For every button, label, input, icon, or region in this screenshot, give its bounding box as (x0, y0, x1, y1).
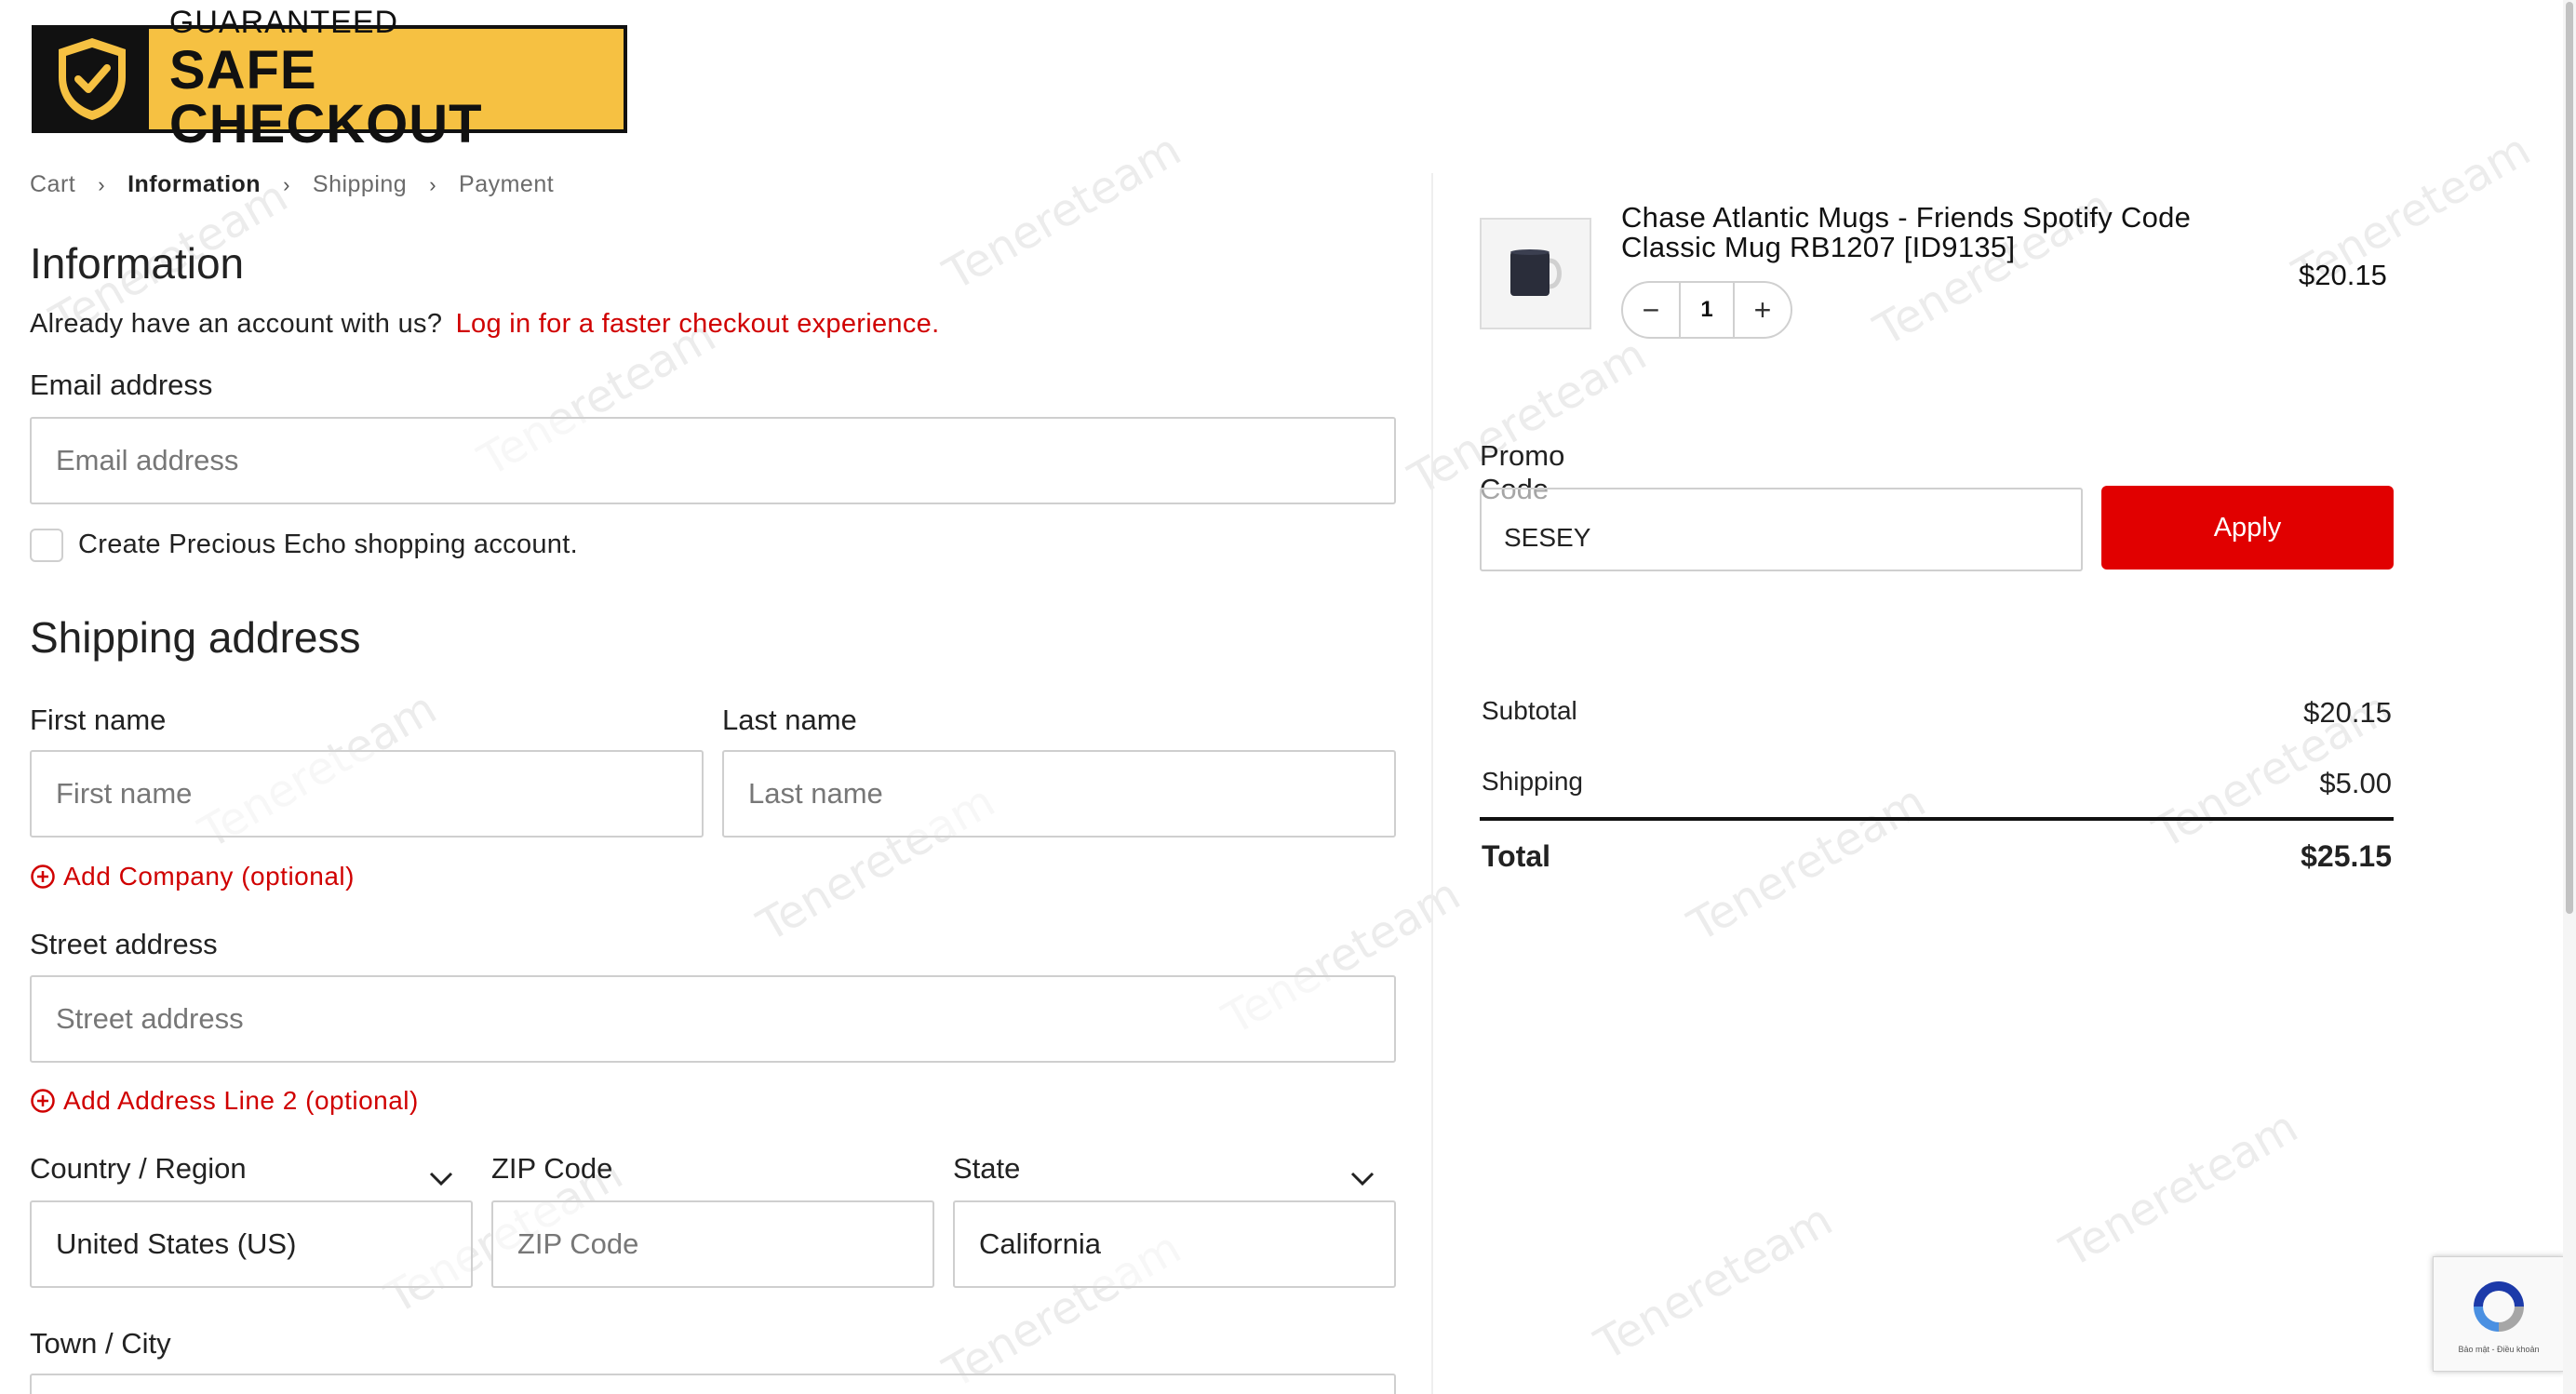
first-name-label: First name (30, 704, 167, 736)
subtotal-value: $20.15 (2303, 696, 2392, 729)
total-label: Total (1482, 839, 1551, 873)
badge-line2: SAFE CHECKOUT (168, 40, 483, 154)
apply-button[interactable]: Apply (2101, 486, 2394, 570)
scrollbar[interactable] (2563, 0, 2576, 1394)
breadcrumb-shipping: Shipping (312, 171, 408, 197)
quantity-stepper: − 1 + (1621, 281, 1792, 339)
zip-field[interactable]: ZIP Code (491, 1200, 934, 1288)
total-row: Total $25.15 (1482, 839, 2392, 874)
scrollbar-thumb[interactable] (2566, 2, 2573, 914)
recaptcha-badge[interactable]: Bảo mật - Điều khoản (2433, 1256, 2565, 1372)
chevron-right-icon: › (283, 172, 290, 196)
safe-checkout-badge: GUARANTEED SAFE CHECKOUT (32, 7, 627, 152)
breadcrumb-payment: Payment (459, 171, 555, 197)
product-title[interactable]: Chase Atlantic Mugs - Friends Spotify Co… (1621, 203, 2254, 262)
recaptcha-terms[interactable]: Bảo mật - Điều khoản (2458, 1345, 2539, 1354)
subtotal-label: Subtotal (1482, 696, 1577, 725)
first-name-field[interactable]: First name (30, 750, 704, 838)
create-account-label: Create Precious Echo shopping account. (78, 529, 578, 559)
state-label: State (953, 1152, 1021, 1185)
add-company-link[interactable]: Add Company (optional) (30, 862, 355, 891)
watermark-text: Tenereteam (934, 123, 1190, 302)
product-thumbnail (1480, 218, 1591, 329)
mug-icon (1510, 249, 1562, 296)
subtotal-row: Subtotal $20.15 (1482, 696, 2392, 730)
street-label: Street address (30, 928, 218, 960)
city-label: Town / City (30, 1327, 171, 1360)
quantity-value[interactable]: 1 (1679, 283, 1735, 337)
breadcrumb-cart[interactable]: Cart (30, 171, 75, 198)
add-address2-link[interactable]: Add Address Line 2 (optional) (30, 1086, 419, 1116)
total-value: $25.15 (2301, 839, 2392, 873)
plus-circle-icon (31, 865, 55, 889)
badge-line1: GUARANTEED (168, 5, 399, 40)
city-field[interactable] (30, 1374, 1396, 1394)
summary-divider (1480, 817, 2394, 821)
column-divider (1431, 173, 1433, 1394)
email-field[interactable]: Email address (30, 417, 1396, 504)
country-label: Country / Region (30, 1152, 247, 1185)
watermark-text: Tenereteam (2051, 1100, 2307, 1279)
shipping-label: Shipping (1482, 767, 1583, 796)
product-price: $20.15 (2299, 259, 2387, 291)
quantity-decrease-button[interactable]: − (1623, 293, 1679, 328)
zip-label: ZIP Code (491, 1152, 613, 1185)
shipping-row: Shipping $5.00 (1482, 767, 2392, 800)
chevron-down-icon[interactable] (428, 1171, 454, 1187)
watermark-text: Tenereteam (1586, 1193, 1842, 1372)
chevron-right-icon: › (429, 172, 437, 196)
chevron-down-icon[interactable] (1349, 1171, 1375, 1187)
add-company-label: Add Company (optional) (63, 862, 355, 891)
chevron-right-icon: › (98, 172, 106, 196)
create-account-checkbox[interactable] (30, 529, 63, 562)
shield-check-icon (35, 29, 149, 129)
login-link[interactable]: Log in for a faster checkout experience. (456, 309, 940, 339)
last-name-field[interactable]: Last name (722, 750, 1396, 838)
country-select[interactable]: United States (US) (30, 1200, 473, 1288)
breadcrumb-information: Information (127, 171, 262, 197)
quantity-increase-button[interactable]: + (1735, 293, 1791, 328)
street-field[interactable]: Street address (30, 975, 1396, 1063)
account-prompt-row: Already have an account with us? Log in … (30, 309, 939, 340)
account-prompt: Already have an account with us? (30, 309, 443, 339)
promo-code-field[interactable]: SESEY (1480, 488, 2083, 571)
state-select[interactable]: California (953, 1200, 1396, 1288)
plus-circle-icon (31, 1089, 55, 1113)
last-name-label: Last name (722, 704, 857, 736)
add-address2-label: Add Address Line 2 (optional) (63, 1086, 419, 1115)
information-heading: Information (30, 239, 245, 288)
shipping-heading: Shipping address (30, 613, 361, 662)
breadcrumb: Cart › Information › Shipping › Payment (30, 171, 554, 198)
recaptcha-icon (2474, 1281, 2524, 1332)
shipping-value: $5.00 (2319, 767, 2392, 799)
email-label: Email address (30, 369, 213, 401)
